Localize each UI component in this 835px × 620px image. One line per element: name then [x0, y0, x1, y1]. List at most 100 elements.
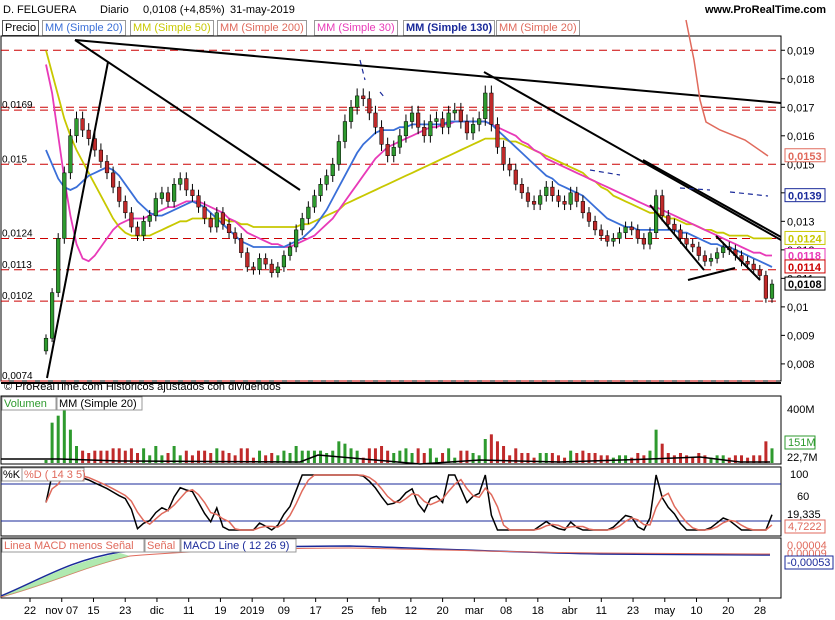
candle-body — [428, 121, 433, 137]
candle-body — [281, 255, 287, 268]
candle-body — [483, 92, 488, 119]
stoch-tag: 4,7222 — [788, 521, 822, 533]
volume-bar — [416, 448, 420, 463]
candle-body — [355, 95, 360, 108]
candle-body — [702, 255, 707, 262]
volume-bar — [349, 448, 353, 463]
candle-body — [135, 226, 140, 236]
stoch-axis-19: 19,335 — [787, 509, 821, 521]
date-tick-label: 20 — [722, 605, 734, 617]
candle-body — [269, 263, 274, 273]
trendline-up-1[interactable] — [46, 61, 109, 379]
volume-bar — [282, 450, 286, 463]
candle-body — [599, 229, 604, 236]
price-tick-label: 0,016 — [787, 131, 815, 143]
price-tick-label: 0,018 — [787, 74, 815, 86]
candle-body — [580, 201, 585, 214]
volume-bar — [343, 443, 347, 463]
candle-body — [550, 186, 555, 196]
candle-body — [50, 292, 55, 339]
stoch-legend: %K %D ( 14 3 5) — [1, 467, 86, 482]
macd-legend: Linea MACD menos Señal Señal MACD Line (… — [1, 538, 297, 553]
volume-bar — [477, 455, 481, 463]
svg-text:Linea MACD menos Señal: Linea MACD menos Señal — [4, 540, 134, 552]
candle-body — [519, 184, 524, 194]
macd-histogram — [1, 553, 130, 597]
trendline-down-2[interactable] — [483, 71, 782, 241]
volume-bar — [87, 453, 91, 463]
date-tick-label: 17 — [310, 605, 322, 617]
date-tick-label: dic — [150, 605, 165, 617]
price-tick-label: 0,017 — [787, 102, 815, 114]
date-tick-label: 09 — [278, 605, 290, 617]
candle-body — [574, 192, 579, 202]
candle-body — [684, 238, 689, 245]
volume-bar — [93, 450, 97, 463]
candle-body — [318, 184, 323, 196]
date-tick-label: 19 — [214, 605, 226, 617]
candle-body — [672, 223, 677, 231]
candle-body — [257, 258, 262, 271]
candle-body — [184, 178, 189, 191]
date-tick-label: 23 — [119, 605, 131, 617]
vol-axis-400m: 400M — [787, 404, 815, 416]
candle-body — [239, 238, 244, 253]
volume-bar — [422, 453, 426, 463]
candle-body — [263, 258, 268, 265]
candle-body — [361, 95, 366, 99]
volume-bar — [599, 455, 603, 463]
volume-bar — [99, 450, 103, 463]
volume-bar — [75, 446, 79, 463]
candle-body — [202, 206, 207, 219]
candle-body — [104, 161, 110, 174]
left-price-label: 0,0102 — [2, 291, 33, 302]
candle-body — [165, 192, 171, 202]
volume-bar — [764, 441, 768, 463]
candle-body — [769, 283, 775, 299]
candle-body — [159, 192, 164, 199]
candle-body — [245, 252, 250, 268]
date-tick-label: feb — [371, 605, 386, 617]
value-tag: 0,0108 — [788, 279, 822, 291]
candle-body — [330, 164, 335, 176]
volume-bar — [648, 450, 652, 463]
candle-body — [708, 258, 714, 262]
left-price-labels: 0,01690,0150,01240,01130,01020,0074 — [2, 100, 33, 382]
candle-body — [208, 218, 213, 228]
volume-bar — [172, 446, 176, 463]
date-tick-label: 12 — [405, 605, 417, 617]
date-tick-label: nov 07 — [45, 605, 78, 617]
candle-body — [538, 195, 543, 205]
chart-canvas: 0,0190,0180,0170,0160,0150,0140,0130,012… — [0, 19, 834, 617]
candle-body — [715, 252, 720, 259]
candle-body — [440, 118, 445, 128]
candle-body — [721, 246, 726, 253]
volume-bar — [306, 450, 310, 463]
price-tick-label: 0,019 — [787, 45, 815, 57]
stoch-axis-100: 100 — [790, 469, 808, 481]
date-tick-label: 18 — [532, 605, 544, 617]
vol-tag-151m: 151M — [788, 437, 816, 449]
candle-body — [629, 226, 634, 231]
volume-bar — [489, 434, 493, 463]
candle-body — [68, 135, 73, 174]
candle-body — [623, 226, 628, 233]
candle-body — [196, 195, 201, 208]
trendline-upper[interactable] — [74, 39, 782, 104]
volume-bar — [81, 450, 85, 463]
ma130-line — [359, 59, 769, 197]
date-tick-label: abr — [562, 605, 578, 617]
candle-body — [763, 275, 768, 299]
svg-text:MM (Simple 20): MM (Simple 20) — [59, 398, 137, 410]
svg-text:MACD Line ( 12 26 9): MACD Line ( 12 26 9) — [183, 540, 289, 552]
candle-body — [312, 195, 317, 208]
chart-window: D. FELGUERA Diario 0,0108 (+4,85%) 31-ma… — [0, 0, 835, 620]
candle-body — [647, 232, 653, 245]
date-tick-label: may — [654, 605, 675, 617]
candle-body — [464, 121, 470, 134]
value-tag: 0,0153 — [788, 151, 822, 163]
candle-body — [635, 229, 640, 239]
candle-body — [696, 246, 701, 256]
candle-body — [342, 121, 348, 142]
price-tick-label: 0,01 — [787, 302, 808, 314]
